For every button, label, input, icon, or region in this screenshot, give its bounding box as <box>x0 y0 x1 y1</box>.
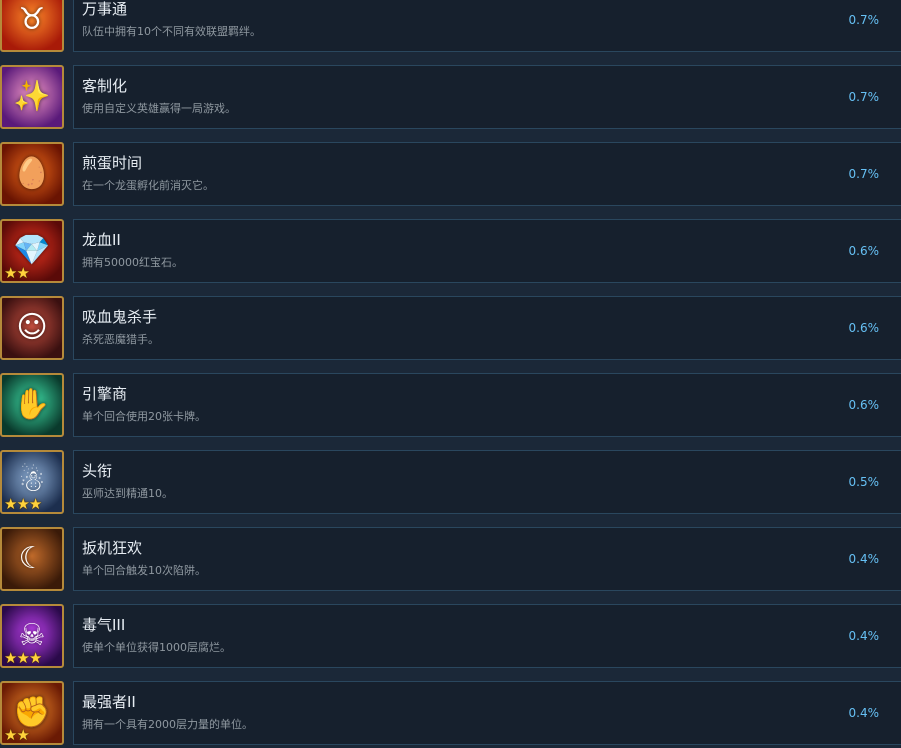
achievement-row: 🥚 煎蛋时间在一个龙蛋孵化前消灭它。 0.7% <box>0 142 901 208</box>
ruby-gem-icon: 💎 ★★ <box>0 219 64 283</box>
achievement-description: 队伍中拥有10个不同有效联盟羁绊。 <box>82 25 261 38</box>
achievement-card: 客制化使用自定义英雄赢得一局游戏。 0.7% <box>73 65 901 129</box>
achievement-title: 引擎商 <box>82 385 128 403</box>
white-haired-wizard-icon: ☃ ★★★ <box>0 450 64 514</box>
unlock-percentage: 0.4% <box>848 629 880 643</box>
unlock-percentage: 0.4% <box>848 552 880 566</box>
achievement-description: 单个回合使用20张卡牌。 <box>82 410 206 423</box>
unlock-percentage: 0.6% <box>848 244 880 258</box>
achievement-card: 吸血鬼杀手杀死恶魔猎手。 0.6% <box>73 296 901 360</box>
achievement-card: 最强者II 拥有一个具有2000层力量的单位。 0.4% <box>73 681 901 745</box>
achievement-icon-glyph: ♉ <box>18 2 46 37</box>
unlock-percentage: 0.4% <box>848 706 880 720</box>
achievement-card: 煎蛋时间在一个龙蛋孵化前消灭它。 0.7% <box>73 142 901 206</box>
star-rating-icon: ★★★ <box>4 495 42 513</box>
achievement-row: ✊ ★★ 最强者II 拥有一个具有2000层力量的单位。 0.4% <box>0 681 901 747</box>
achievement-title: 最强者II <box>82 693 136 711</box>
glowing-hand-icon: ✋ <box>0 373 64 437</box>
achievement-icon-glyph: ✋ <box>13 387 51 422</box>
trap-card-icon: ☾ <box>0 527 64 591</box>
achievement-description: 使单个单位获得1000层腐烂。 <box>82 641 231 654</box>
achievement-row: ✨ 客制化使用自定义英雄赢得一局游戏。 0.7% <box>0 65 901 131</box>
achievement-title: 头衔 <box>82 462 113 480</box>
star-rating-icon: ★★ <box>4 726 30 744</box>
dragon-egg-icon: 🥚 <box>0 142 64 206</box>
achievement-card: 龙血II 拥有50000红宝石。 0.6% <box>73 219 901 283</box>
achievement-icon-glyph: ☺ <box>16 310 48 345</box>
unlock-percentage: 0.6% <box>848 398 880 412</box>
star-rating-icon: ★★ <box>4 264 30 282</box>
achievement-row: ☃ ★★★ 头衔巫师达到精通10。 0.5% <box>0 450 901 516</box>
achievement-title: 煎蛋时间 <box>82 154 143 172</box>
achievement-description: 在一个龙蛋孵化前消灭它。 <box>82 179 214 192</box>
achievement-title: 万事通 <box>82 0 128 18</box>
achievement-icon-glyph: 🥚 <box>13 156 51 191</box>
achievement-description: 杀死恶魔猎手。 <box>82 333 159 346</box>
achievement-description: 拥有一个具有2000层力量的单位。 <box>82 718 253 731</box>
magic-burst-icon: ✨ <box>0 65 64 129</box>
achievement-title: 龙血II <box>82 231 121 249</box>
achievement-title: 扳机狂欢 <box>82 539 143 557</box>
achievement-title: 毒气III <box>82 616 126 634</box>
unlock-percentage: 0.6% <box>848 321 880 335</box>
achievement-row: ☠ ★★★ 毒气III 使单个单位获得1000层腐烂。 0.4% <box>0 604 901 670</box>
achievement-list: ♉ 万事通队伍中拥有10个不同有效联盟羁绊。 0.7% ✨ 客制化使用自定义英雄赢得一局… <box>0 0 901 748</box>
achievement-row: ✋ 引擎商单个回合使用20张卡牌。 0.6% <box>0 373 901 439</box>
unlock-percentage: 0.7% <box>848 13 880 27</box>
achievement-description: 巫师达到精通10。 <box>82 487 173 500</box>
achievement-card: 扳机狂欢单个回合触发10次陷阱。 0.4% <box>73 527 901 591</box>
poison-skull-icon: ☠ ★★★ <box>0 604 64 668</box>
demon-hunter-portrait-icon: ☺ <box>0 296 64 360</box>
achievement-title: 吸血鬼杀手 <box>82 308 158 326</box>
star-rating-icon: ★★★ <box>4 649 42 667</box>
unlock-percentage: 0.5% <box>848 475 880 489</box>
achievement-row: ♉ 万事通队伍中拥有10个不同有效联盟羁绊。 0.7% <box>0 0 901 54</box>
achievement-card: 万事通队伍中拥有10个不同有效联盟羁绊。 0.7% <box>73 0 901 52</box>
achievement-card: 毒气III 使单个单位获得1000层腐烂。 0.4% <box>73 604 901 668</box>
achievement-description: 拥有50000红宝石。 <box>82 256 183 269</box>
achievement-row: ☾ 扳机狂欢单个回合触发10次陷阱。 0.4% <box>0 527 901 593</box>
horned-skull-shield-icon: ♉ <box>0 0 64 52</box>
unlock-percentage: 0.7% <box>848 167 880 181</box>
achievement-icon-glyph: ☾ <box>18 541 46 576</box>
achievement-description: 单个回合触发10次陷阱。 <box>82 564 206 577</box>
raised-fist-icon: ✊ ★★ <box>0 681 64 745</box>
achievement-description: 使用自定义英雄赢得一局游戏。 <box>82 102 236 115</box>
achievement-card: 引擎商单个回合使用20张卡牌。 0.6% <box>73 373 901 437</box>
achievement-row: 💎 ★★ 龙血II 拥有50000红宝石。 0.6% <box>0 219 901 285</box>
achievement-title: 客制化 <box>82 77 128 95</box>
achievement-icon-glyph: ✨ <box>13 79 51 114</box>
achievement-card: 头衔巫师达到精通10。 0.5% <box>73 450 901 514</box>
unlock-percentage: 0.7% <box>848 90 880 104</box>
achievement-row: ☺ 吸血鬼杀手杀死恶魔猎手。 0.6% <box>0 296 901 362</box>
